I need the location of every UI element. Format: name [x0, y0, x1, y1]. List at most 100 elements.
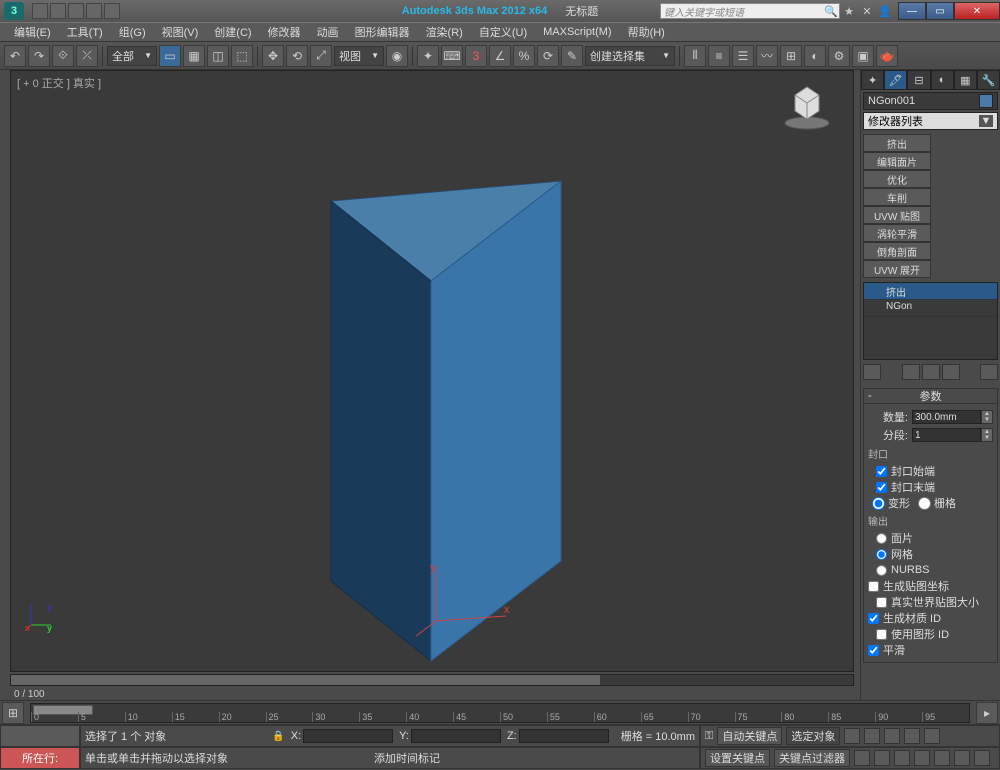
- out-nurbs-radio[interactable]: [876, 565, 887, 576]
- configure-sets-icon[interactable]: [980, 364, 998, 380]
- tab-modify-icon[interactable]: 🖊: [884, 70, 907, 90]
- mod-editpatch-button[interactable]: 编辑面片: [863, 152, 931, 170]
- goto-end-icon[interactable]: [924, 728, 940, 744]
- rollout-header[interactable]: -参数: [863, 388, 998, 404]
- viewport-label[interactable]: [ + 0 正交 ] 真实 ]: [17, 75, 101, 91]
- nav-orbit-icon[interactable]: [954, 750, 970, 766]
- rotate-icon[interactable]: ⟲: [286, 45, 308, 67]
- named-selection-dropdown[interactable]: 创建选择集▼: [585, 46, 675, 66]
- menu-create[interactable]: 创建(C): [206, 22, 259, 42]
- mod-lathe-button[interactable]: 车削: [863, 188, 931, 206]
- viewcube-icon[interactable]: [781, 79, 833, 131]
- set-key-button[interactable]: 设置关键点: [705, 749, 770, 767]
- ref-coord-dropdown[interactable]: 视图▼: [334, 46, 384, 66]
- scale-icon[interactable]: ⤢: [310, 45, 332, 67]
- qat-open-icon[interactable]: [50, 3, 66, 19]
- star-icon[interactable]: ★: [842, 5, 856, 18]
- qat-save-icon[interactable]: [68, 3, 84, 19]
- tab-utilities-icon[interactable]: 🔧: [977, 70, 1000, 90]
- schematic-icon[interactable]: ⊞: [780, 45, 802, 67]
- signin-icon[interactable]: 👤: [878, 5, 892, 18]
- stack-item-extrude[interactable]: 挤出: [864, 283, 997, 300]
- script-mini-listener[interactable]: [0, 725, 80, 747]
- menu-help[interactable]: 帮助(H): [620, 22, 673, 42]
- menu-customize[interactable]: 自定义(U): [471, 22, 535, 42]
- real-world-checkbox[interactable]: [876, 597, 887, 608]
- edit-selection-icon[interactable]: ✎: [561, 45, 583, 67]
- app-logo-icon[interactable]: 3: [4, 2, 24, 20]
- mod-bevelprofile-button[interactable]: 倒角剖面: [863, 242, 931, 260]
- pin-stack-icon[interactable]: [863, 364, 881, 380]
- snap-icon[interactable]: 3: [465, 45, 487, 67]
- help-search-input[interactable]: 键入关键字或短语: [660, 3, 840, 19]
- stack-item-ngon[interactable]: NGon: [864, 300, 997, 317]
- menu-group[interactable]: 组(G): [111, 22, 154, 42]
- modifier-list-dropdown[interactable]: 修改器列表▼: [863, 112, 998, 130]
- selection-filter-dropdown[interactable]: 全部▼: [107, 46, 157, 66]
- link-icon[interactable]: ⟐: [52, 45, 74, 67]
- select-object-icon[interactable]: ▭: [159, 45, 181, 67]
- use-ids-checkbox[interactable]: [876, 629, 887, 640]
- undo-icon[interactable]: ↶: [4, 45, 26, 67]
- segments-spinner[interactable]: ▲▼: [912, 428, 993, 442]
- keyboard-shortcut-icon[interactable]: ⌨: [441, 45, 463, 67]
- move-icon[interactable]: ✥: [262, 45, 284, 67]
- next-frame-icon[interactable]: [904, 728, 920, 744]
- exchange-icon[interactable]: ✕: [860, 5, 874, 18]
- cap-start-checkbox[interactable]: [876, 466, 887, 477]
- percent-snap-icon[interactable]: %: [513, 45, 535, 67]
- time-scrollbar[interactable]: [10, 674, 854, 686]
- prev-frame-icon[interactable]: [864, 728, 880, 744]
- time-ruler[interactable]: 0510152025303540455055606570758085909510…: [30, 703, 970, 723]
- ruler-end-icon[interactable]: ▸: [976, 702, 998, 724]
- remove-modifier-icon[interactable]: [942, 364, 960, 380]
- curve-editor-icon[interactable]: 〰: [756, 45, 778, 67]
- modifier-stack[interactable]: 挤出 NGon: [863, 282, 998, 360]
- object-color-swatch[interactable]: [979, 94, 993, 108]
- cap-end-checkbox[interactable]: [876, 482, 887, 493]
- smooth-checkbox[interactable]: [868, 645, 879, 656]
- mirror-icon[interactable]: ⦀: [684, 45, 706, 67]
- nav-maximize-icon[interactable]: [974, 750, 990, 766]
- menu-modifiers[interactable]: 修改器: [260, 22, 309, 42]
- goto-start-icon[interactable]: [844, 728, 860, 744]
- nav-zoom-icon[interactable]: [854, 750, 870, 766]
- select-region-icon[interactable]: ◫: [207, 45, 229, 67]
- mod-unwrap-button[interactable]: UVW 展开: [863, 260, 931, 278]
- unlink-icon[interactable]: ⤫: [76, 45, 98, 67]
- gen-map-checkbox[interactable]: [868, 581, 879, 592]
- menu-rendering[interactable]: 渲染(R): [418, 22, 471, 42]
- time-config-icon[interactable]: ⊞: [2, 702, 24, 724]
- play-icon[interactable]: [884, 728, 900, 744]
- pivot-icon[interactable]: ◉: [386, 45, 408, 67]
- render-frame-icon[interactable]: ▣: [852, 45, 874, 67]
- out-patch-radio[interactable]: [876, 533, 887, 544]
- material-editor-icon[interactable]: ◐: [804, 45, 826, 67]
- nav-zoom-all-icon[interactable]: [874, 750, 890, 766]
- amount-spinner[interactable]: ▲▼: [912, 410, 993, 424]
- tab-create-icon[interactable]: ✦: [861, 70, 884, 90]
- nav-zoom-extents-icon[interactable]: [894, 750, 910, 766]
- minimize-button[interactable]: —: [898, 2, 926, 20]
- selected-dropdown[interactable]: 选定对象: [786, 727, 840, 745]
- render-setup-icon[interactable]: ⚙: [828, 45, 850, 67]
- menu-edit[interactable]: 编辑(E): [6, 22, 59, 42]
- auto-key-button[interactable]: 自动关键点: [717, 727, 782, 745]
- viewport[interactable]: [ + 0 正交 ] 真实 ] x y z x y: [10, 70, 854, 672]
- qat-new-icon[interactable]: [32, 3, 48, 19]
- key-icon[interactable]: ⚿: [705, 730, 713, 743]
- object-name-field[interactable]: NGon001: [863, 92, 998, 110]
- nav-fov-icon[interactable]: [914, 750, 930, 766]
- qat-undo-icon[interactable]: [86, 3, 102, 19]
- spinner-snap-icon[interactable]: ⟳: [537, 45, 559, 67]
- menu-maxscript[interactable]: MAXScript(M): [535, 24, 619, 40]
- grid-radio[interactable]: [918, 497, 931, 510]
- make-unique-icon[interactable]: [922, 364, 940, 380]
- angle-snap-icon[interactable]: ∠: [489, 45, 511, 67]
- tab-hierarchy-icon[interactable]: ⊟: [907, 70, 930, 90]
- close-button[interactable]: ✕: [954, 2, 1000, 20]
- y-coord-input[interactable]: [411, 729, 501, 743]
- gen-ids-checkbox[interactable]: [868, 613, 879, 624]
- menu-animation[interactable]: 动画: [309, 22, 347, 42]
- mod-optimize-button[interactable]: 优化: [863, 170, 931, 188]
